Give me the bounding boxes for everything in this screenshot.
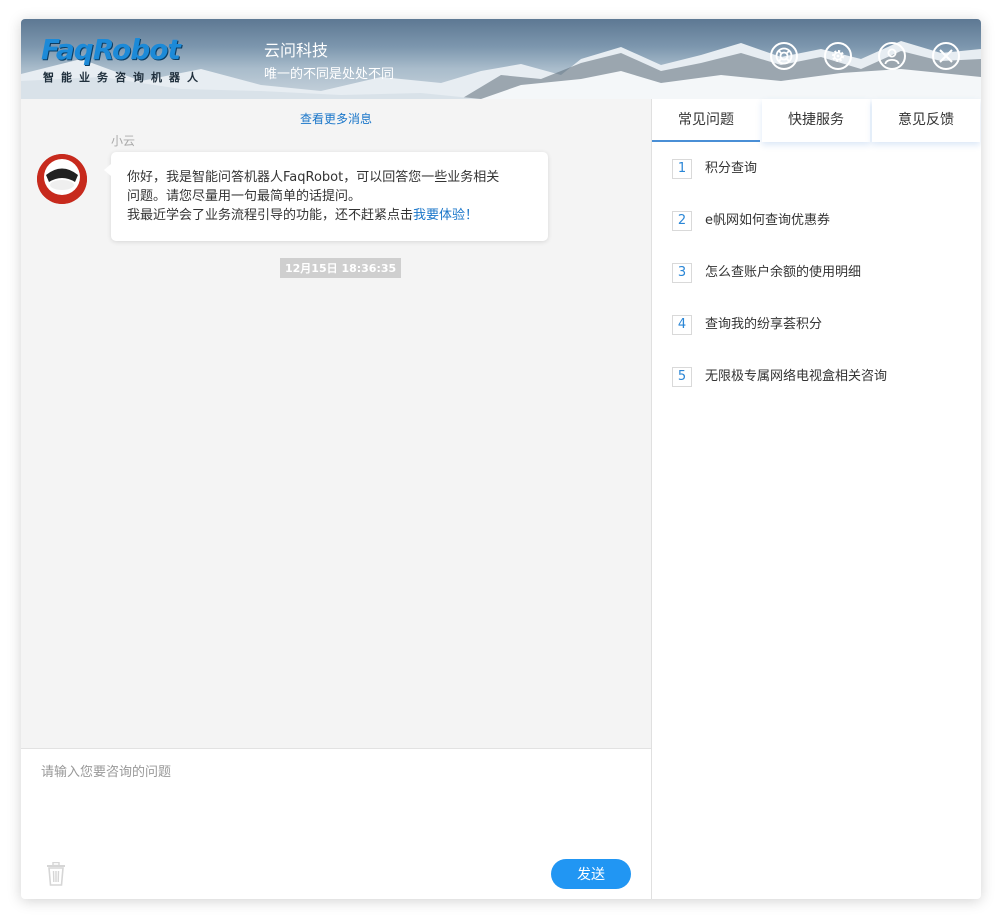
message-timestamp: 12月15日 18:36:35: [280, 258, 402, 278]
user-button[interactable]: [878, 42, 906, 70]
sender-name: 小云: [111, 134, 136, 148]
message-line-1: 你好，我是智能问答机器人FaqRobot，可以回答您一些业务相关: [127, 170, 500, 185]
help-button[interactable]: [770, 42, 798, 70]
chat-area: 查看更多消息 小云 你好，我是智能问答机器人FaqRobot，可以回答您一些业务…: [21, 99, 651, 748]
faqrobot-logo: FaqRobot 智能业务咨询机器人: [41, 33, 241, 85]
trash-icon: [47, 861, 65, 886]
message-line-2: 问题。请您尽量用一句最简单的话提问。: [127, 189, 362, 204]
view-more-messages-link[interactable]: 查看更多消息: [21, 110, 651, 127]
faq-number: 3: [672, 263, 692, 283]
send-button[interactable]: 发送: [551, 859, 631, 889]
message-line-3-text: 我最近学会了业务流程引导的功能，还不赶紧点击: [127, 208, 414, 223]
avatar: [37, 154, 87, 204]
faq-question: 怎么查账户余额的使用明细: [705, 265, 862, 280]
clear-button[interactable]: [46, 861, 66, 886]
tab-feedback[interactable]: 意见反馈: [872, 99, 980, 142]
faq-item[interactable]: 4 查询我的纷享荟积分: [672, 315, 972, 367]
logo-text: FaqRobot: [41, 33, 181, 66]
faq-question: 查询我的纷享荟积分: [705, 317, 823, 332]
question-input[interactable]: [33, 757, 649, 855]
user-icon: [884, 48, 900, 65]
faq-question: 积分查询: [705, 161, 758, 176]
faq-item[interactable]: 2 e帆网如何查询优惠券: [672, 211, 972, 263]
faq-number: 1: [672, 159, 692, 179]
gear-icon: [832, 50, 844, 62]
faq-item[interactable]: 3 怎么查账户余额的使用明细: [672, 263, 972, 315]
faq-item[interactable]: 1 积分查询: [672, 159, 972, 211]
faq-question: 无限极专属网络电视盒相关咨询: [705, 369, 888, 384]
faq-question: e帆网如何查询优惠券: [705, 213, 830, 228]
lifebuoy-icon: [775, 47, 793, 65]
header-banner: FaqRobot 智能业务咨询机器人 云问科技 唯一的不同是处处不同: [21, 19, 981, 99]
brand-name: 云问科技: [264, 41, 329, 60]
close-button[interactable]: [932, 42, 960, 70]
faq-list: 1 积分查询 2 e帆网如何查询优惠券 3 怎么查账户余额的使用明细 4 查询我…: [672, 159, 972, 419]
bot-message-bubble: 你好，我是智能问答机器人FaqRobot，可以回答您一些业务相关 问题。请您尽量…: [104, 152, 548, 241]
tab-faq[interactable]: 常见问题: [652, 99, 760, 142]
brand-slogan: 唯一的不同是处处不同: [264, 67, 395, 82]
input-area: 发送: [21, 748, 651, 899]
faq-number: 4: [672, 315, 692, 335]
side-panel: 常见问题 快捷服务 意见反馈 1 积分查询 2 e帆网如何查询优惠券 3 怎么查…: [651, 99, 981, 899]
logo-subtitle: 智能业务咨询机器人: [43, 71, 205, 84]
robot-avatar-icon: [37, 154, 87, 204]
message-line-3: 我最近学会了业务流程引导的功能，还不赶紧点击我要体验！: [127, 206, 532, 225]
faq-item[interactable]: 5 无限极专属网络电视盒相关咨询: [672, 367, 972, 419]
side-tabs: 常见问题 快捷服务 意见反馈: [652, 99, 981, 144]
settings-button[interactable]: [824, 42, 852, 70]
tab-quick-service[interactable]: 快捷服务: [762, 99, 870, 142]
try-it-link[interactable]: 我要体验！: [413, 208, 478, 223]
close-icon: [939, 49, 953, 63]
faq-number: 2: [672, 211, 692, 231]
chat-window: FaqRobot 智能业务咨询机器人 云问科技 唯一的不同是处处不同 查看更多消…: [21, 19, 981, 899]
faq-number: 5: [672, 367, 692, 387]
